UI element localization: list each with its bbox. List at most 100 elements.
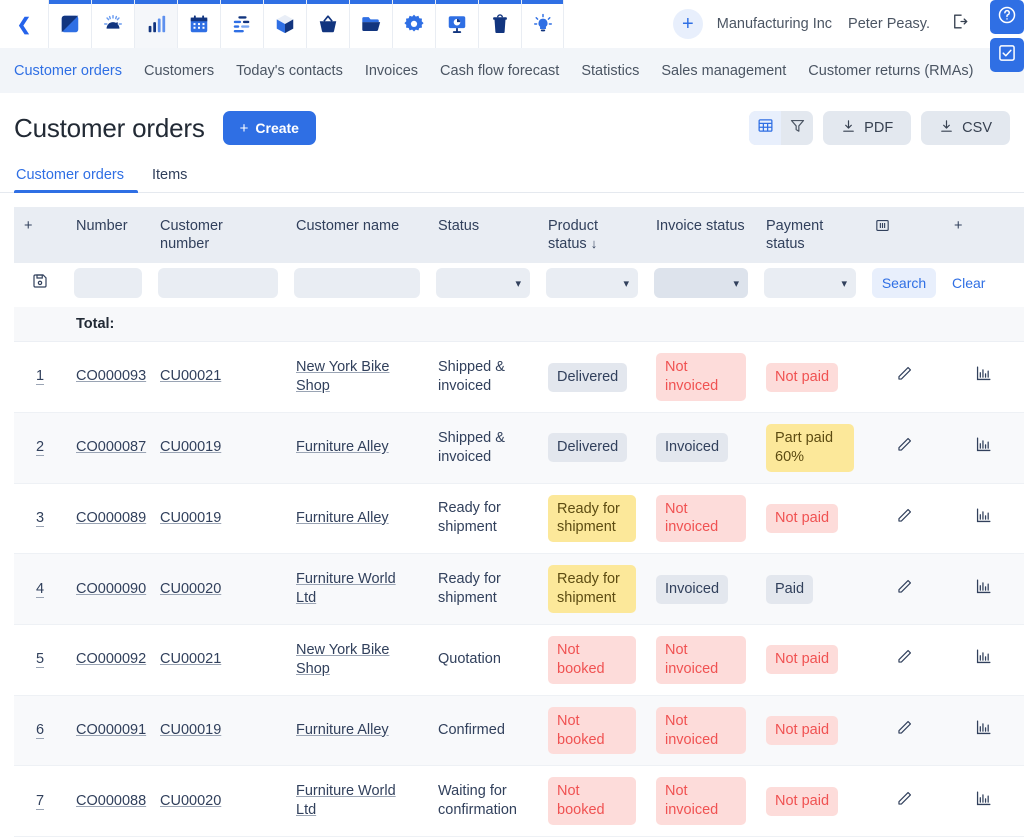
customer-name-link[interactable]: Furniture Alley <box>296 722 389 738</box>
filter-customer-name-input[interactable] <box>294 268 420 298</box>
order-number-link[interactable]: CO000087 <box>76 439 146 455</box>
tasks-button[interactable] <box>990 38 1024 72</box>
module-tab-bar-chart[interactable] <box>134 0 177 48</box>
logout-button[interactable] <box>946 12 972 36</box>
nav-item-statistics[interactable]: Statistics <box>570 63 650 79</box>
row-chart-button[interactable] <box>944 695 1022 766</box>
customer-number-link[interactable]: CU00020 <box>160 793 221 809</box>
customer-number-link[interactable]: CU00019 <box>160 722 221 738</box>
header-customer-name[interactable]: Customer name <box>286 207 428 263</box>
filter-status-select[interactable]: ▾ <box>436 268 530 298</box>
view-toggle-group <box>749 111 813 145</box>
nav-item-todays-contacts[interactable]: Today's contacts <box>225 63 354 79</box>
cell-product-status: Not booked <box>538 625 646 696</box>
filter-customer-number-input[interactable] <box>158 268 278 298</box>
header-number[interactable]: Number <box>66 207 150 263</box>
order-number-link[interactable]: CO000089 <box>76 510 146 526</box>
filter-payment-status-select[interactable]: ▾ <box>764 268 856 298</box>
row-chart-button[interactable] <box>944 412 1022 483</box>
export-pdf-button[interactable]: PDF <box>823 111 911 145</box>
module-tab-basket[interactable] <box>306 0 349 48</box>
user-name[interactable]: Peter Peasy. <box>848 16 930 32</box>
order-number-link[interactable]: CO000088 <box>76 793 146 809</box>
order-number-link[interactable]: CO000090 <box>76 581 146 597</box>
module-tab-gauge[interactable] <box>91 0 134 48</box>
customer-name-link[interactable]: Furniture World Ltd <box>296 571 396 606</box>
customer-number-link[interactable]: CU00021 <box>160 651 221 667</box>
table-row[interactable]: 5 CO000092 CU00021 New York Bike Shop Qu… <box>14 625 1024 696</box>
header-product-status[interactable]: Product status ↓ <box>538 207 646 263</box>
module-tab-trash[interactable] <box>478 0 521 48</box>
table-row[interactable]: 1 CO000093 CU00021 New York Bike Shop Sh… <box>14 342 1024 413</box>
export-csv-button[interactable]: CSV <box>921 111 1010 145</box>
row-chart-button[interactable] <box>944 554 1022 625</box>
edit-row-button[interactable] <box>864 695 944 766</box>
edit-row-button[interactable] <box>864 412 944 483</box>
header-add-row[interactable]: + <box>14 207 66 263</box>
filter-button[interactable] <box>781 111 813 145</box>
module-tab-calendar[interactable] <box>177 0 220 48</box>
nav-item-customer-returns[interactable]: Customer returns (RMAs) <box>797 63 984 79</box>
nav-item-customer-orders[interactable]: Customer orders <box>14 63 133 79</box>
table-row[interactable]: 6 CO000091 CU00019 Furniture Alley Confi… <box>14 695 1024 766</box>
nav-item-cash-flow-forecast[interactable]: Cash flow forecast <box>429 63 570 79</box>
customer-name-link[interactable]: Furniture World Ltd <box>296 783 396 818</box>
customer-number-link[interactable]: CU00019 <box>160 510 221 526</box>
table-row[interactable]: 3 CO000089 CU00019 Furniture Alley Ready… <box>14 483 1024 554</box>
header-row: + Number Customer number Customer name S… <box>14 207 1024 263</box>
module-tab-contrast-square[interactable] <box>48 0 91 48</box>
filter-invoice-status-select[interactable]: ▾ <box>654 268 748 298</box>
row-chart-button[interactable] <box>944 342 1022 413</box>
row-chart-button[interactable] <box>944 483 1022 554</box>
edit-row-button[interactable] <box>864 766 944 837</box>
table-row[interactable]: 2 CO000087 CU00019 Furniture Alley Shipp… <box>14 412 1024 483</box>
status-badge: Invoiced <box>656 433 728 462</box>
customer-number-link[interactable]: CU00021 <box>160 368 221 384</box>
filter-product-status-select[interactable]: ▾ <box>546 268 638 298</box>
organization-name[interactable]: Manufacturing Inc <box>717 16 832 32</box>
row-chart-button[interactable] <box>944 766 1022 837</box>
tab-customer-orders[interactable]: Customer orders <box>14 167 138 192</box>
order-number-link[interactable]: CO000093 <box>76 368 146 384</box>
order-number-link[interactable]: CO000092 <box>76 651 146 667</box>
edit-row-button[interactable] <box>864 554 944 625</box>
header-column-settings[interactable] <box>864 207 944 263</box>
back-button[interactable]: ❮ <box>0 0 48 48</box>
table-row[interactable]: 4 CO000090 CU00020 Furniture World Ltd R… <box>14 554 1024 625</box>
tab-items[interactable]: Items <box>138 167 201 192</box>
search-button[interactable]: Search <box>872 268 936 298</box>
module-tab-folder[interactable] <box>349 0 392 48</box>
save-filter-cell[interactable] <box>14 263 66 307</box>
module-tab-settings[interactable] <box>392 0 435 48</box>
customer-name-link[interactable]: Furniture Alley <box>296 439 389 455</box>
edit-row-button[interactable] <box>864 342 944 413</box>
customer-number-link[interactable]: CU00019 <box>160 439 221 455</box>
quick-add-button[interactable]: + <box>673 9 703 39</box>
edit-row-button[interactable] <box>864 483 944 554</box>
create-button[interactable]: + Create <box>223 111 316 145</box>
help-button[interactable] <box>990 0 1024 34</box>
row-chart-button[interactable] <box>944 625 1022 696</box>
module-tab-monitor-chart[interactable] <box>435 0 478 48</box>
module-tab-tasks-list[interactable] <box>220 0 263 48</box>
customer-name-link[interactable]: New York Bike Shop <box>296 359 390 394</box>
header-status[interactable]: Status <box>428 207 538 263</box>
nav-item-customers[interactable]: Customers <box>133 63 225 79</box>
customer-name-link[interactable]: Furniture Alley <box>296 510 389 526</box>
customer-number-link[interactable]: CU00020 <box>160 581 221 597</box>
nav-item-sales-management[interactable]: Sales management <box>650 63 797 79</box>
nav-item-invoices[interactable]: Invoices <box>354 63 429 79</box>
header-add-column[interactable]: + <box>944 207 1022 263</box>
header-invoice-status[interactable]: Invoice status <box>646 207 756 263</box>
customer-name-link[interactable]: New York Bike Shop <box>296 642 390 677</box>
header-payment-status[interactable]: Payment status <box>756 207 864 263</box>
filter-number-input[interactable] <box>74 268 142 298</box>
module-tab-lightbulb[interactable] <box>521 0 564 48</box>
module-tab-cube[interactable] <box>263 0 306 48</box>
clear-button[interactable]: Clear <box>952 268 985 298</box>
table-row[interactable]: 7 CO000088 CU00020 Furniture World Ltd W… <box>14 766 1024 837</box>
header-customer-number[interactable]: Customer number <box>150 207 286 263</box>
grid-view-button[interactable] <box>749 111 781 145</box>
edit-row-button[interactable] <box>864 625 944 696</box>
order-number-link[interactable]: CO000091 <box>76 722 146 738</box>
